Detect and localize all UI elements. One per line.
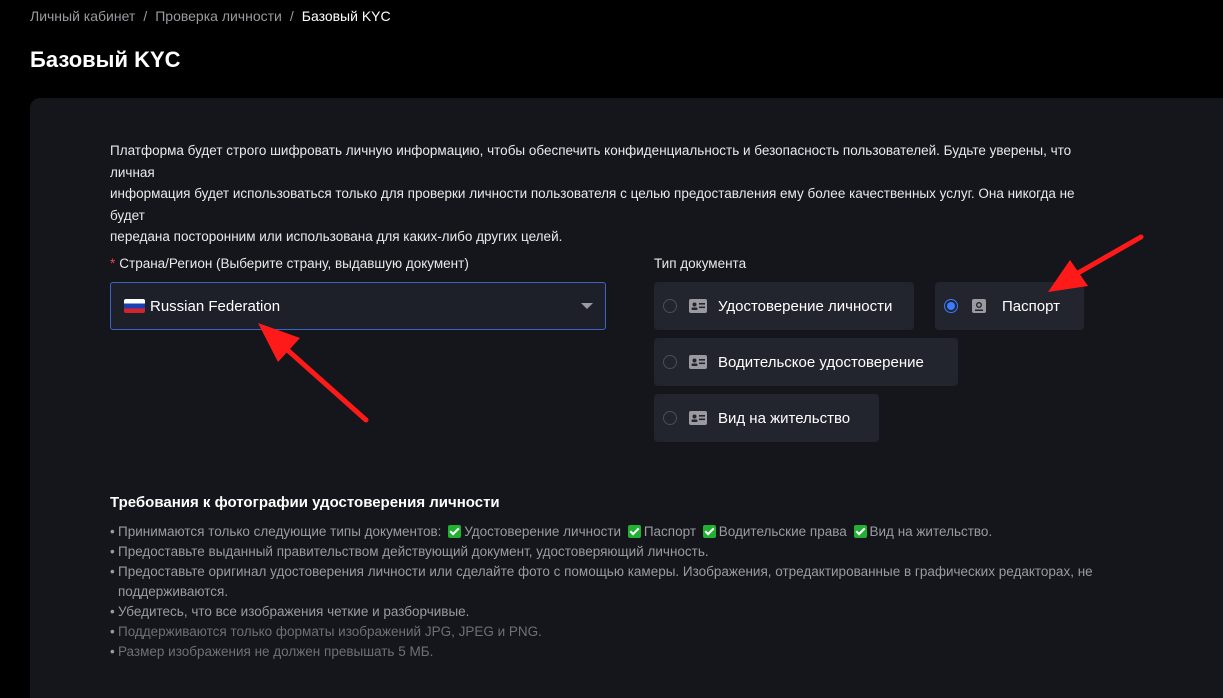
breadcrumb-current: Базовый KYC: [301, 8, 391, 24]
privacy-notice-line: Платформа будет строго шифровать личную …: [110, 143, 1072, 180]
document-option-residence-permit[interactable]: Вид на жительство: [654, 394, 879, 442]
requirement-text: поддерживаются.: [118, 584, 229, 599]
accepted-type: Удостоверение личности: [464, 524, 622, 539]
country-selected-value: Russian Federation: [150, 297, 281, 315]
kyc-card: Платформа будет строго шифровать личную …: [30, 98, 1223, 698]
document-option-label: Удостоверение личности: [718, 297, 893, 315]
requirement-item: Предоставьте оригинал удостоверения личн…: [110, 562, 1140, 602]
requirement-item: Предоставьте выданный правительством дей…: [110, 542, 1140, 562]
breadcrumb: Личный кабинет / Проверка личности / Баз…: [30, 8, 391, 24]
page-title: Базовый KYC: [30, 47, 181, 72]
breadcrumb-personal-cabinet[interactable]: Личный кабинет: [30, 8, 135, 24]
radio-driver-license[interactable]: [663, 355, 677, 369]
accepted-types-prefix: Принимаются только следующие типы докуме…: [118, 524, 442, 539]
breadcrumb-separator: /: [289, 8, 294, 24]
country-select[interactable]: Russian Federation: [110, 282, 606, 330]
requirement-item: Размер изображения не должен превышать 5…: [110, 642, 1140, 662]
privacy-notice-line: информация будет использоваться только д…: [110, 186, 1075, 223]
country-label-text: Страна/Регион (Выберите страну, выдавшую…: [119, 256, 469, 271]
privacy-notice: Платформа будет строго шифровать личную …: [110, 140, 1110, 248]
id-card-icon: [689, 299, 707, 313]
breadcrumb-separator: /: [143, 8, 148, 24]
document-option-label: Вид на жительство: [718, 409, 851, 427]
document-option-passport[interactable]: Паспорт: [935, 282, 1084, 330]
id-card-icon: [689, 411, 707, 425]
id-card-icon: [689, 355, 707, 369]
breadcrumb-identity-verification[interactable]: Проверка личности: [155, 8, 282, 24]
required-mark: *: [110, 256, 116, 271]
accepted-type: Паспорт: [643, 524, 697, 539]
privacy-notice-line: передана посторонним или использована дл…: [110, 229, 563, 244]
document-type-label: Тип документа: [654, 256, 747, 271]
radio-residence-permit[interactable]: [663, 411, 677, 425]
document-option-label: Паспорт: [1002, 297, 1060, 315]
radio-id-card[interactable]: [663, 299, 677, 313]
requirement-item: Поддерживаются только форматы изображени…: [110, 622, 1140, 642]
requirement-item: Принимаются только следующие типы докуме…: [110, 522, 1140, 542]
check-icon: [702, 525, 716, 538]
requirements-title: Требования к фотографии удостоверения ли…: [110, 494, 500, 511]
document-option-label: Водительское удостоверение: [718, 353, 924, 371]
document-option-driver-license[interactable]: Водительское удостоверение: [654, 338, 958, 386]
radio-passport[interactable]: [944, 299, 958, 313]
document-option-id-card[interactable]: Удостоверение личности: [654, 282, 914, 330]
requirement-item: Убедитесь, что все изображения четкие и …: [110, 602, 1140, 622]
accepted-type: Вид на жительство.: [869, 524, 993, 539]
accepted-type: Водительские права: [718, 524, 847, 539]
chevron-down-icon: [581, 303, 593, 309]
check-icon: [448, 525, 462, 538]
check-icon: [627, 525, 641, 538]
passport-icon: [972, 299, 986, 313]
requirement-text: Предоставьте оригинал удостоверения личн…: [118, 564, 1093, 579]
country-label: * Страна/Регион (Выберите страну, выдавшу…: [110, 256, 469, 271]
check-icon: [853, 525, 867, 538]
requirements-list: Принимаются только следующие типы докуме…: [110, 522, 1140, 662]
russia-flag-icon: [124, 299, 145, 313]
